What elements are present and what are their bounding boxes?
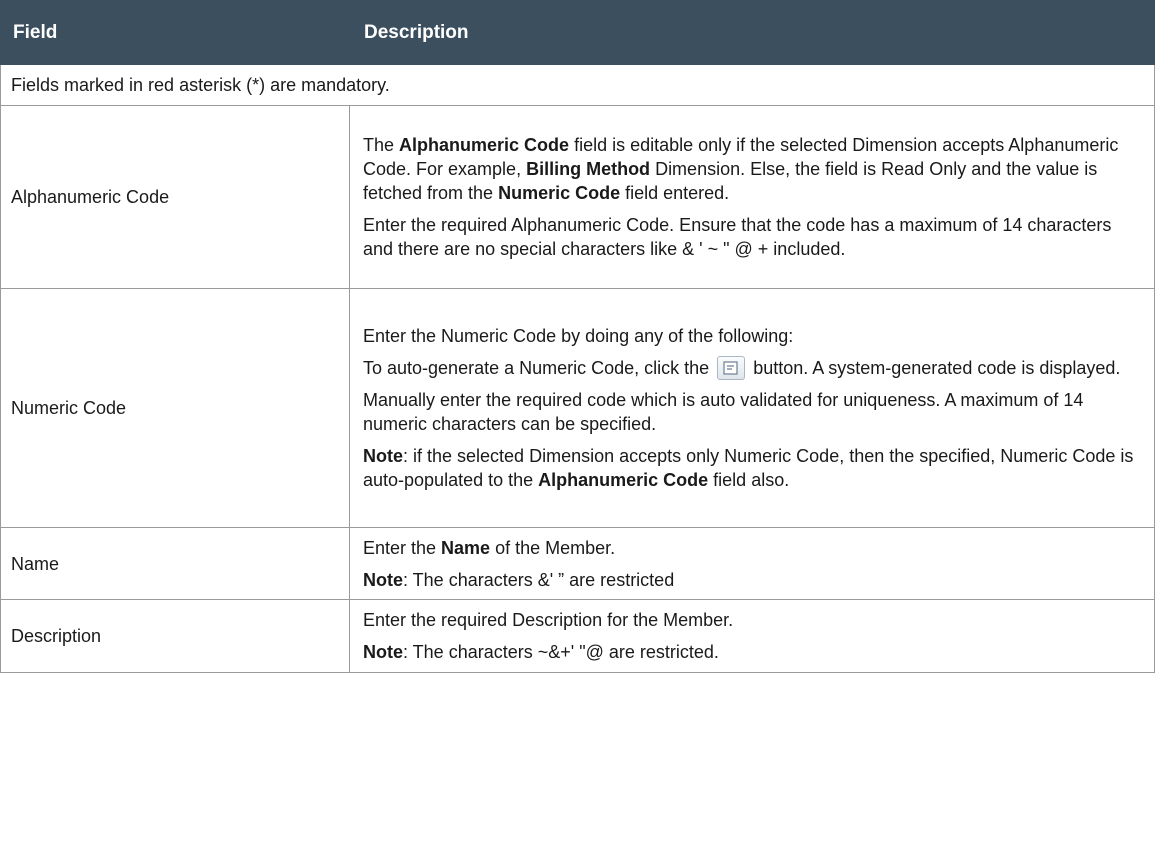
- text-run: The: [363, 135, 400, 155]
- field-description: Enter the required Description for the M…: [349, 599, 1155, 673]
- text-run: To auto-generate a Numeric Code, click t…: [363, 358, 715, 378]
- description-paragraph: Note: if the selected Dimension accepts …: [363, 444, 1140, 492]
- description-paragraph: Enter the Name of the Member.: [363, 536, 1140, 560]
- text-run: Enter the required Description for the M…: [363, 610, 734, 630]
- description-paragraph: Enter the required Description for the M…: [363, 608, 1140, 632]
- table-header-row: Field Description: [0, 0, 1155, 65]
- text-run: Manually enter the required code which i…: [363, 390, 1084, 434]
- description-paragraph: Note: The characters ~&+' "@ are restric…: [363, 640, 1140, 664]
- description-paragraph: The Alphanumeric Code field is editable …: [363, 133, 1140, 205]
- description-paragraph: Note: The characters &' ” are restricted: [363, 568, 1140, 592]
- table-row-name: Name Enter the Name of the Member. Note: …: [0, 527, 1155, 600]
- text-run: Enter the required Alphanumeric Code. En…: [363, 215, 1112, 259]
- text-run: Enter the: [363, 537, 442, 558]
- description-paragraph: To auto-generate a Numeric Code, click t…: [363, 356, 1140, 380]
- bold-text: Note: [363, 569, 403, 590]
- text-run: button. A system-generated code is displ…: [748, 358, 1121, 378]
- text-run: of the Member.: [490, 537, 616, 558]
- bold-text: Alphanumeric Code: [538, 470, 709, 490]
- table-row-alphanumeric-code: Alphanumeric Code The Alphanumeric Code …: [0, 105, 1155, 289]
- field-description: The Alphanumeric Code field is editable …: [349, 105, 1155, 289]
- description-paragraph: Manually enter the required code which i…: [363, 388, 1140, 436]
- bold-text: Alphanumeric Code: [399, 135, 570, 155]
- table-row-description: Description Enter the required Descripti…: [0, 599, 1155, 673]
- field-description: Enter the Numeric Code by doing any of t…: [349, 288, 1155, 528]
- auto-generate-icon: [717, 356, 746, 380]
- bold-text: Note: [363, 642, 403, 662]
- text-run: : The characters ~&+' "@ are restricted.: [403, 642, 719, 662]
- text-run: : The characters &' ” are restricted: [403, 569, 675, 590]
- bold-text: Name: [441, 537, 491, 558]
- field-description: Enter the Name of the Member. Note: The c…: [349, 527, 1155, 600]
- bold-text: Numeric Code: [498, 183, 621, 203]
- bold-text: Note: [363, 446, 403, 466]
- text-run: Enter the Numeric Code by doing any of t…: [363, 326, 794, 346]
- field-name: Description: [0, 599, 350, 673]
- field-name: Numeric Code: [0, 288, 350, 528]
- bold-text: Billing Method: [526, 159, 651, 179]
- notice-row: Fields marked in red asterisk (*) are ma…: [0, 64, 1155, 106]
- field-description-table: Field Description Fields marked in red a…: [0, 0, 1155, 673]
- description-column-header: Description: [349, 0, 1155, 65]
- field-column-header: Field: [0, 0, 350, 65]
- description-paragraph: Enter the required Alphanumeric Code. En…: [363, 213, 1140, 261]
- description-paragraph: Enter the Numeric Code by doing any of t…: [363, 324, 1140, 348]
- table-row-numeric-code: Numeric Code Enter the Numeric Code by d…: [0, 288, 1155, 528]
- field-name: Alphanumeric Code: [0, 105, 350, 289]
- text-run: field entered.: [620, 183, 730, 203]
- field-name: Name: [0, 527, 350, 600]
- text-run: field also.: [708, 470, 790, 490]
- mandatory-notice: Fields marked in red asterisk (*) are ma…: [0, 64, 1155, 106]
